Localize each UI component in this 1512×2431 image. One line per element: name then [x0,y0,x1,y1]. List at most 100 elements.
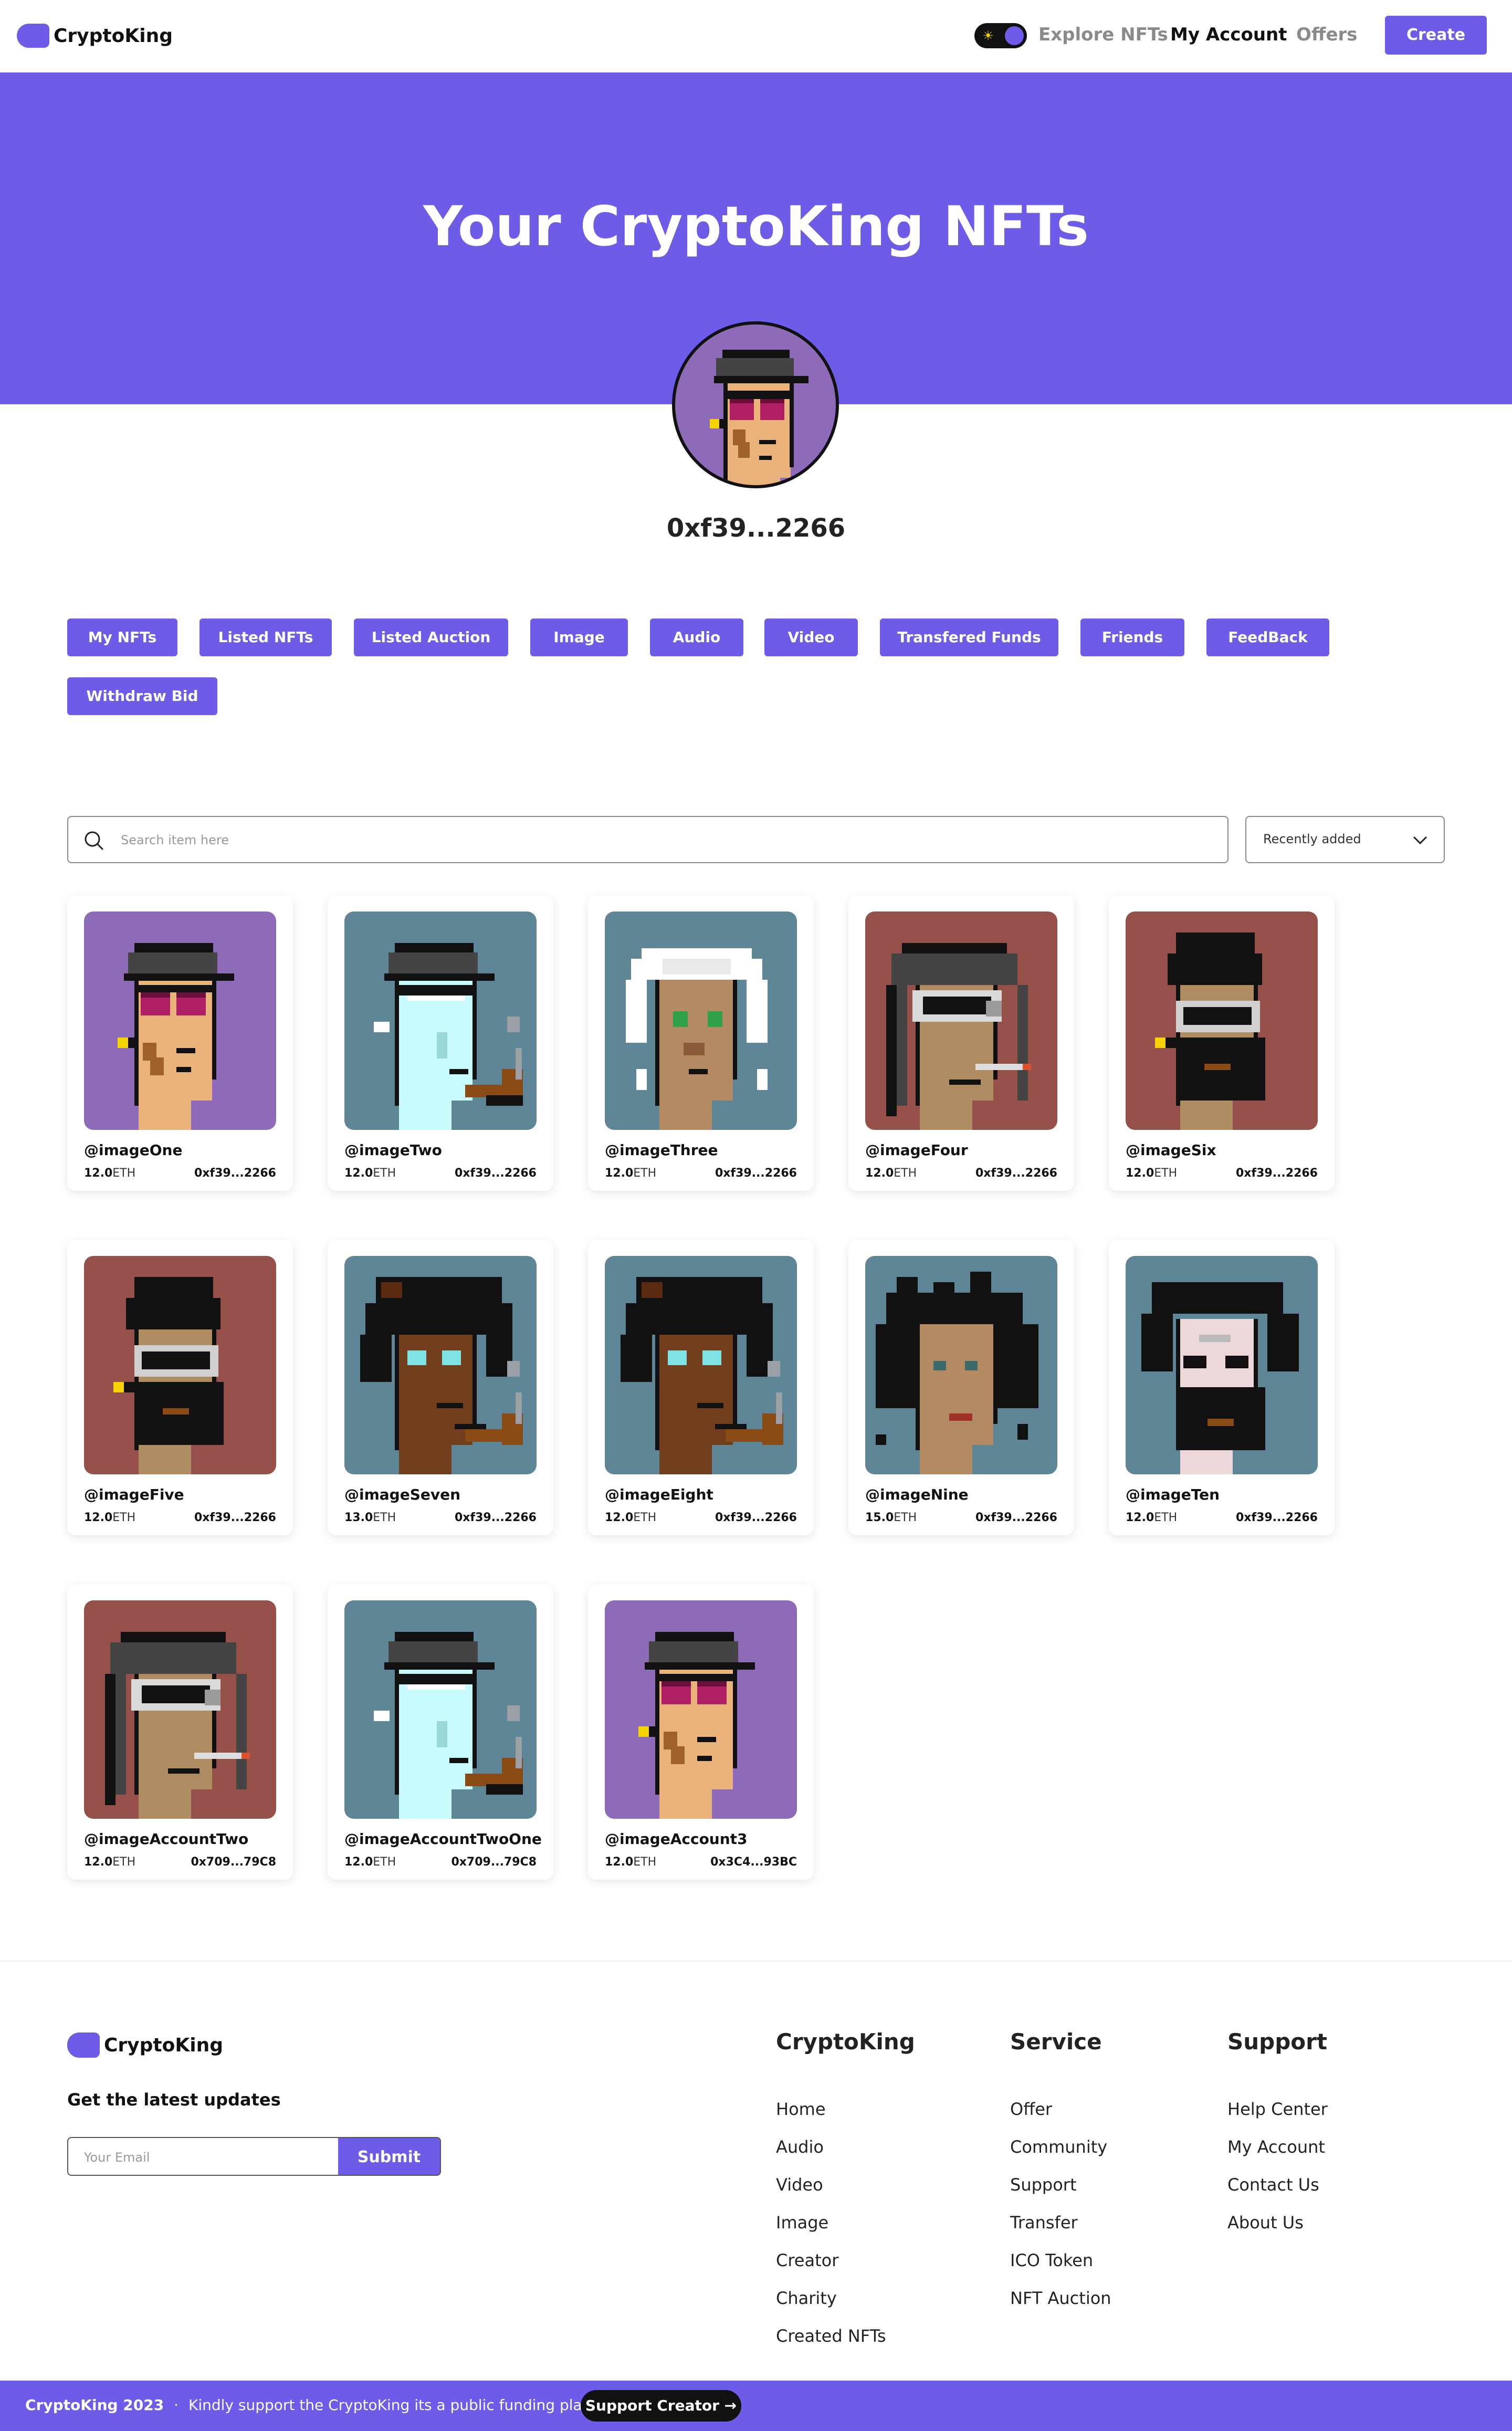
nft-price: 12.0ETH [344,1856,396,1869]
nft-image[interactable] [344,911,537,1130]
nft-card[interactable]: @imageAccount3 12.0ETH 0x3C4...93BC [588,1585,814,1880]
footer-link-ico-token[interactable]: ICO Token [1010,2250,1093,2270]
footer-link-charity[interactable]: Charity [776,2288,837,2308]
nft-card[interactable]: @imageNine 15.0ETH 0xf39...2266 [848,1240,1074,1535]
nft-pixel-art [360,1277,523,1474]
nft-image[interactable] [1126,911,1318,1130]
nft-name: @imageOne [84,1141,183,1159]
nft-name: @imageAccountTwoOne [344,1830,542,1848]
email-input[interactable] [84,2149,326,2166]
nft-image[interactable] [1126,1256,1318,1474]
filter-transfered-funds[interactable]: Transfered Funds [880,619,1058,656]
nft-image[interactable] [605,1600,797,1819]
nft-card[interactable]: @imageAccountTwo 12.0ETH 0x709...79C8 [67,1585,293,1880]
nft-price-unit: ETH [1154,1511,1178,1524]
footer-link-about-us[interactable]: About Us [1227,2213,1304,2233]
footer-logo-text: CryptoKing [104,2034,223,2056]
theme-toggle[interactable]: ☀ [974,23,1027,48]
nft-card[interactable]: @imageTen 12.0ETH 0xf39...2266 [1109,1240,1335,1535]
create-button[interactable]: Create [1385,16,1487,55]
filter-my-nfts[interactable]: My NFTs [67,619,177,656]
footer-link-contact-us[interactable]: Contact Us [1227,2175,1319,2195]
nft-price-value: 12.0 [84,1856,113,1869]
footer-link-help-center[interactable]: Help Center [1227,2099,1328,2119]
top-navbar: CryptoKing ☀ Explore NFTs My Account Off… [0,0,1512,72]
filter-friends[interactable]: Friends [1080,619,1184,656]
nft-name: @imageAccountTwo [84,1830,249,1848]
nft-pixel-art [113,1277,224,1474]
filter-audio[interactable]: Audio [650,619,743,656]
nft-pixel-art [1155,932,1265,1130]
footer-logo[interactable]: CryptoKing [67,2032,223,2058]
footer-col-title-cryptoking: CryptoKing [776,2029,915,2055]
footer-link-created-nfts[interactable]: Created NFTs [776,2326,886,2346]
nft-price-value: 12.0 [84,1167,113,1180]
profile-avatar [672,321,839,488]
nft-card[interactable]: @imageFive 12.0ETH 0xf39...2266 [67,1240,293,1535]
nft-price: 12.0ETH [84,1167,135,1180]
footer-link-audio[interactable]: Audio [776,2137,824,2157]
nft-image[interactable] [865,911,1057,1130]
nav-my-account[interactable]: My Account [1170,24,1287,45]
nft-owner-address: 0xf39...2266 [1236,1167,1318,1180]
footer-link-my-account[interactable]: My Account [1227,2137,1325,2157]
footer-link-image[interactable]: Image [776,2213,828,2233]
nft-name: @imageSix [1126,1141,1216,1159]
nav-offers[interactable]: Offers [1296,24,1358,45]
nft-image[interactable] [344,1600,537,1819]
nft-card[interactable]: @imageSix 12.0ETH 0xf39...2266 [1109,896,1335,1191]
support-creator-button[interactable]: Support Creator → [581,2390,741,2422]
filter-image[interactable]: Image [530,619,628,656]
nft-owner-address: 0xf39...2266 [194,1511,276,1524]
nft-price: 12.0ETH [605,1511,656,1524]
nft-image[interactable] [605,1256,797,1474]
filter-listed-auction[interactable]: Listed Auction [354,619,508,656]
nft-image[interactable] [344,1256,537,1474]
nft-pixel-art [1141,1282,1299,1474]
nft-name: @imageNine [865,1486,969,1503]
footer-link-video[interactable]: Video [776,2175,823,2195]
nft-owner-address: 0x3C4...93BC [710,1856,797,1869]
logo[interactable]: CryptoKing [17,23,173,48]
search-input[interactable] [121,827,1213,853]
footer-link-home[interactable]: Home [776,2099,826,2119]
logo-mark-icon [17,24,49,48]
footer-link-nft-auction[interactable]: NFT Auction [1010,2288,1111,2308]
logo-mark-icon [67,2032,100,2058]
newsletter-heading: Get the latest updates [67,2090,281,2110]
sort-dropdown[interactable]: Recently added [1245,816,1445,863]
nft-price: 12.0ETH [84,1856,135,1869]
nft-price-unit: ETH [373,1167,396,1180]
footer-link-transfer[interactable]: Transfer [1010,2213,1078,2233]
footer-link-creator[interactable]: Creator [776,2250,838,2270]
nft-owner-address: 0xf39...2266 [1236,1511,1318,1524]
nft-card[interactable]: @imageEight 12.0ETH 0xf39...2266 [588,1240,814,1535]
nft-price-value: 12.0 [84,1511,113,1524]
newsletter-submit-button[interactable]: Submit [338,2137,441,2176]
nft-card[interactable]: @imageFour 12.0ETH 0xf39...2266 [848,896,1074,1191]
footer-link-support[interactable]: Support [1010,2175,1077,2195]
nft-card[interactable]: @imageTwo 12.0ETH 0xf39...2266 [328,896,553,1191]
filter-feedback[interactable]: FeedBack [1206,619,1329,656]
nft-card[interactable]: @imageOne 12.0ETH 0xf39...2266 [67,896,293,1191]
footer-link-community[interactable]: Community [1010,2137,1107,2157]
filter-listed-nfts[interactable]: Listed NFTs [200,619,332,656]
nft-image[interactable] [84,1600,276,1819]
footer-divider [0,1961,1512,1962]
nft-pixel-art [886,943,1031,1130]
nft-image[interactable] [84,911,276,1130]
nft-name: @imageSeven [344,1486,461,1503]
nft-image[interactable] [605,911,797,1130]
nft-pixel-art [105,1632,250,1819]
nav-explore-nfts[interactable]: Explore NFTs [1038,24,1168,45]
filter-video[interactable]: Video [764,619,858,656]
footer-link-offer[interactable]: Offer [1010,2099,1052,2119]
nft-card[interactable]: @imageThree 12.0ETH 0xf39...2266 [588,896,814,1191]
nft-image[interactable] [865,1256,1057,1474]
filter-withdraw-bid[interactable]: Withdraw Bid [67,677,217,715]
nft-image[interactable] [84,1256,276,1474]
nft-owner-address: 0x709...79C8 [451,1856,537,1869]
nft-card[interactable]: @imageAccountTwoOne 12.0ETH 0x709...79C8 [328,1585,553,1880]
nft-card[interactable]: @imageSeven 13.0ETH 0xf39...2266 [328,1240,553,1535]
nft-price: 15.0ETH [865,1511,917,1524]
